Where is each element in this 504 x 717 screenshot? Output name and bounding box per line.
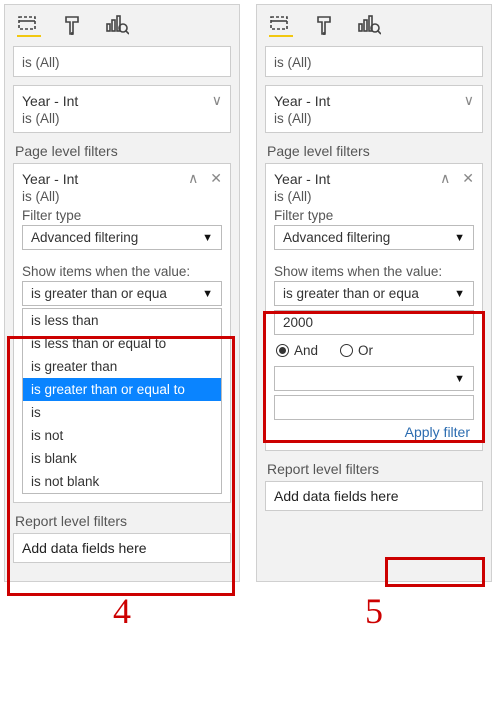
caret-down-icon: ▼ [454, 288, 465, 300]
operator-option[interactable]: is blank [23, 447, 221, 470]
step-number: 4 [4, 590, 240, 632]
add-data-fields-dropzone[interactable]: Add data fields here [13, 533, 231, 563]
apply-filter-link[interactable]: Apply filter [274, 424, 474, 440]
add-data-fields-dropzone[interactable]: Add data fields here [265, 481, 483, 511]
operator-select-value: is greater than or equa [283, 286, 419, 301]
filter-summary: is (All) [274, 111, 474, 126]
filter-field-name: Year - Int [22, 93, 78, 109]
operator-select[interactable]: is greater than or equa ▼ [274, 281, 474, 306]
filter-value-text: 2000 [283, 315, 313, 330]
filter-type-value: Advanced filtering [31, 230, 138, 245]
operator-option[interactable]: is greater than [23, 355, 221, 378]
and-or-radio-group: And Or [276, 343, 472, 358]
visual-filter-card-year[interactable]: Year - Int ∨ is (All) [13, 85, 231, 133]
operator-option[interactable]: is less than [23, 309, 221, 332]
radio-icon [276, 344, 289, 357]
filters-pane-step5: is (All) Year - Int ∨ is (All) Page leve… [256, 4, 492, 582]
dropzone-placeholder: Add data fields here [274, 488, 399, 504]
visual-filter-card-collapsed[interactable]: is (All) [265, 46, 483, 77]
caret-down-icon: ▼ [202, 288, 213, 300]
filter-type-select[interactable]: Advanced filtering ▼ [274, 225, 474, 250]
chevron-up-icon[interactable]: ∧ [440, 170, 450, 186]
page-filter-card-year-expanded: Year - Int ∧ ✕ is (All) Filter type Adva… [265, 163, 483, 451]
fields-tab-icon[interactable] [17, 13, 41, 37]
filter-summary: is (All) [274, 55, 474, 70]
operator-option[interactable]: is [23, 401, 221, 424]
remove-filter-icon[interactable]: ✕ [462, 170, 474, 186]
filter-value2-input[interactable] [274, 395, 474, 420]
filter-type-value: Advanced filtering [283, 230, 390, 245]
operator-option[interactable]: is not [23, 424, 221, 447]
chevron-up-icon[interactable]: ∧ [188, 170, 198, 186]
visual-filter-card-year[interactable]: Year - Int ∨ is (All) [265, 85, 483, 133]
remove-filter-icon[interactable]: ✕ [210, 170, 222, 186]
chevron-down-icon[interactable]: ∨ [464, 92, 474, 109]
page-level-filters-header: Page level filters [15, 143, 231, 159]
operator-option[interactable]: is not blank [23, 470, 221, 493]
filters-pane-step4: is (All) Year - Int ∨ is (All) Page leve… [4, 4, 240, 582]
caret-down-icon: ▼ [202, 232, 213, 244]
chevron-down-icon[interactable]: ∨ [212, 92, 222, 109]
operator-option[interactable]: is less than or equal to [23, 332, 221, 355]
filter-type-select[interactable]: Advanced filtering ▼ [22, 225, 222, 250]
or-label: Or [358, 343, 373, 358]
and-label: And [294, 343, 318, 358]
caret-down-icon: ▼ [454, 373, 465, 385]
filter-summary: is (All) [22, 111, 222, 126]
tab-row [13, 11, 231, 43]
dropzone-placeholder: Add data fields here [22, 540, 147, 556]
show-items-label: Show items when the value: [22, 264, 222, 279]
page-filter-card-year-expanded: Year - Int ∧ ✕ is (All) Filter type Adva… [13, 163, 231, 503]
filter-summary: is (All) [22, 55, 222, 70]
analytics-tab-icon[interactable] [105, 13, 129, 37]
operator-dropdown-list: is less than is less than or equal to is… [22, 308, 222, 494]
page-level-filters-header: Page level filters [267, 143, 483, 159]
or-radio[interactable]: Or [340, 343, 373, 358]
radio-icon [340, 344, 353, 357]
operator-select-value: is greater than or equa [31, 286, 167, 301]
analytics-tab-icon[interactable] [357, 13, 381, 37]
caret-down-icon: ▼ [454, 232, 465, 244]
step-number: 5 [256, 590, 492, 632]
tab-row [265, 11, 483, 43]
filter-field-name: Year - Int [22, 171, 78, 187]
step-number-row: 4 5 [0, 582, 504, 632]
operator-option-selected[interactable]: is greater than or equal to [23, 378, 221, 401]
filter-summary: is (All) [22, 189, 222, 204]
operator-select[interactable]: is greater than or equa ▼ [22, 281, 222, 306]
filter-field-name: Year - Int [274, 171, 330, 187]
operator2-value [283, 371, 287, 386]
fields-tab-icon[interactable] [269, 13, 293, 37]
and-radio[interactable]: And [276, 343, 318, 358]
filter-field-name: Year - Int [274, 93, 330, 109]
filter-summary: is (All) [274, 189, 474, 204]
report-level-filters-header: Report level filters [15, 513, 231, 529]
format-tab-icon[interactable] [313, 13, 337, 37]
filter-type-label: Filter type [22, 208, 222, 223]
format-tab-icon[interactable] [61, 13, 85, 37]
visual-filter-card-collapsed[interactable]: is (All) [13, 46, 231, 77]
filter-type-label: Filter type [274, 208, 474, 223]
report-level-filters-header: Report level filters [267, 461, 483, 477]
show-items-label: Show items when the value: [274, 264, 474, 279]
operator2-select[interactable]: ▼ [274, 366, 474, 391]
filter-value-input[interactable]: 2000 [274, 310, 474, 335]
